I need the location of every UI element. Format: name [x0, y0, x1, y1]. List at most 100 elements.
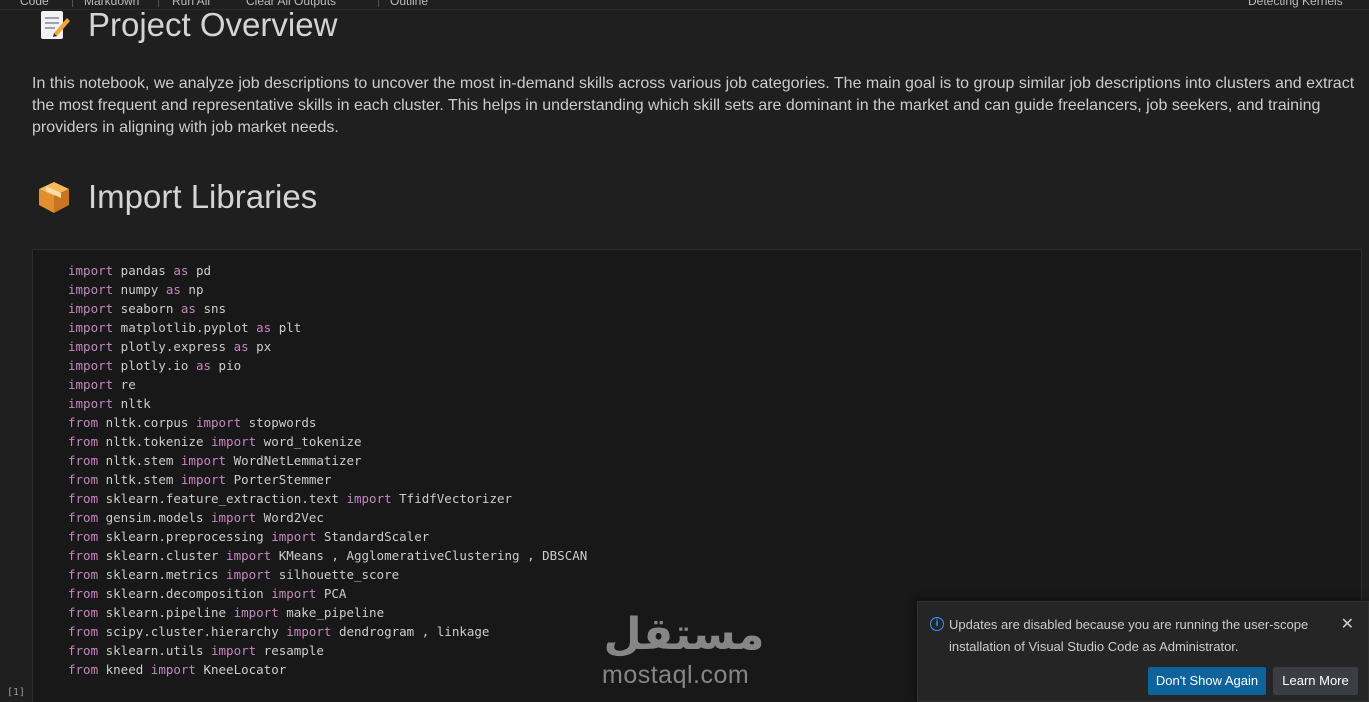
- project-overview-heading: Project Overview: [36, 6, 337, 44]
- code-text: px: [248, 339, 272, 354]
- code-keyword: import: [68, 301, 114, 316]
- code-text: Word2Vec: [256, 510, 324, 525]
- code-keyword: import: [286, 624, 332, 639]
- code-keyword: import: [195, 415, 242, 430]
- code-keyword: import: [226, 567, 272, 582]
- code-text: gensim.models: [98, 510, 211, 525]
- code-text: sklearn.decomposition: [98, 586, 272, 601]
- code-keyword: import: [68, 396, 114, 411]
- code-keyword: from: [68, 605, 99, 620]
- code-text: sklearn.cluster: [98, 548, 227, 563]
- code-text: sns: [195, 301, 227, 316]
- code-keyword: from: [68, 510, 99, 525]
- code-line: from sklearn.utils import resample: [68, 641, 587, 660]
- code-text: KMeans , AgglomerativeClustering , DBSCA…: [271, 548, 588, 563]
- code-text: make_pipeline: [278, 605, 385, 620]
- project-overview-title: Project Overview: [88, 6, 338, 43]
- code-keyword: import: [346, 491, 392, 506]
- code-text: StandardScaler: [316, 529, 430, 544]
- code-text: nltk: [113, 396, 151, 411]
- code-text: scipy.cluster.hierarchy: [98, 624, 287, 639]
- code-line: from sklearn.decomposition import PCA: [68, 584, 587, 603]
- code-keyword: from: [68, 472, 99, 487]
- code-line: from sklearn.metrics import silhouette_s…: [68, 565, 587, 584]
- code-text: sklearn.pipeline: [98, 605, 234, 620]
- code-keyword: import: [68, 377, 114, 392]
- code-text: seaborn: [113, 301, 181, 316]
- code-text: KneeLocator: [195, 662, 287, 677]
- code-keyword: from: [68, 586, 99, 601]
- code-keyword: import: [226, 548, 272, 563]
- code-editor[interactable]: import pandas as pd import numpy as np imp…: [68, 261, 587, 679]
- code-line: import re: [68, 375, 587, 394]
- code-text: sklearn.utils: [98, 643, 211, 658]
- code-text: nltk.tokenize: [98, 434, 211, 449]
- code-text: sklearn.metrics: [98, 567, 227, 582]
- close-icon[interactable]: ✕: [1341, 614, 1354, 634]
- notebook-editor: Code Markdown Run All Clear All Outputs …: [0, 0, 1369, 702]
- code-keyword: from: [68, 529, 99, 544]
- info-icon: i: [930, 617, 944, 631]
- code-text: sklearn.feature_extraction.text: [98, 491, 347, 506]
- code-keyword: from: [68, 453, 99, 468]
- code-keyword: import: [180, 453, 227, 468]
- code-keyword: as: [173, 263, 189, 278]
- code-text: pandas: [113, 263, 174, 278]
- memo-icon: [36, 7, 72, 43]
- code-keyword: import: [211, 434, 257, 449]
- code-keyword: from: [68, 548, 99, 563]
- code-line: from gensim.models import Word2Vec: [68, 508, 587, 527]
- watermark-latin-text: mostaql.com: [602, 661, 750, 689]
- code-line: import matplotlib.pyplot as plt: [68, 318, 587, 337]
- code-keyword: as: [256, 320, 272, 335]
- code-keyword: import: [68, 263, 114, 278]
- code-keyword: as: [180, 301, 196, 316]
- code-text: re: [113, 377, 136, 392]
- code-line: import plotly.io as pio: [68, 356, 587, 375]
- notification-message: Updates are disabled because you are run…: [949, 617, 1309, 654]
- code-line: import numpy as np: [68, 280, 587, 299]
- code-line: import seaborn as sns: [68, 299, 587, 318]
- import-libraries-title: Import Libraries: [88, 178, 318, 215]
- package-icon: [36, 179, 72, 215]
- code-keyword: import: [211, 510, 257, 525]
- code-line: import nltk: [68, 394, 587, 413]
- mostaql-watermark: مستقل mostaql.com: [598, 605, 770, 691]
- update-notification: i Updates are disabled because you are r…: [917, 601, 1369, 702]
- code-keyword: as: [195, 358, 212, 373]
- code-keyword: import: [68, 320, 114, 335]
- code-text: TfidfVectorizer: [391, 491, 513, 506]
- code-keyword: import: [233, 605, 279, 620]
- code-line: import pandas as pd: [68, 261, 587, 280]
- code-text: sklearn.preprocessing: [98, 529, 272, 544]
- code-keyword: import: [150, 662, 196, 677]
- code-text: plotly.io: [113, 358, 196, 373]
- kernel-status[interactable]: Detecting Kernels: [1248, 0, 1343, 8]
- code-keyword: import: [211, 643, 257, 658]
- code-keyword: as: [233, 339, 249, 354]
- code-keyword: import: [180, 472, 227, 487]
- code-keyword: import: [68, 339, 114, 354]
- code-keyword: import: [68, 358, 114, 373]
- code-text: word_tokenize: [256, 434, 362, 449]
- code-keyword: from: [68, 491, 99, 506]
- code-keyword: from: [68, 415, 99, 430]
- code-text: WordNetLemmatizer: [226, 453, 362, 468]
- execution-count: [1]: [7, 687, 26, 698]
- watermark-logo: مستقل: [604, 609, 765, 660]
- code-keyword: from: [68, 643, 99, 658]
- dont-show-again-button[interactable]: Don't Show Again: [1148, 667, 1266, 695]
- toolbar-outline-button[interactable]: Outline: [390, 0, 428, 8]
- code-text: nltk.stem: [98, 472, 181, 487]
- project-overview-paragraph: In this notebook, we analyze job descrip…: [32, 75, 1355, 136]
- code-keyword: import: [271, 529, 317, 544]
- learn-more-button[interactable]: Learn More: [1273, 667, 1358, 695]
- code-text: resample: [256, 643, 324, 658]
- code-keyword: from: [68, 624, 99, 639]
- code-text: dendrogram , linkage: [331, 624, 490, 639]
- code-text: plotly.express: [113, 339, 234, 354]
- code-text: PCA: [316, 586, 347, 601]
- code-text: silhouette_score: [271, 567, 400, 582]
- code-text: nltk.corpus: [98, 415, 196, 430]
- code-line: from sklearn.preprocessing import Standa…: [68, 527, 587, 546]
